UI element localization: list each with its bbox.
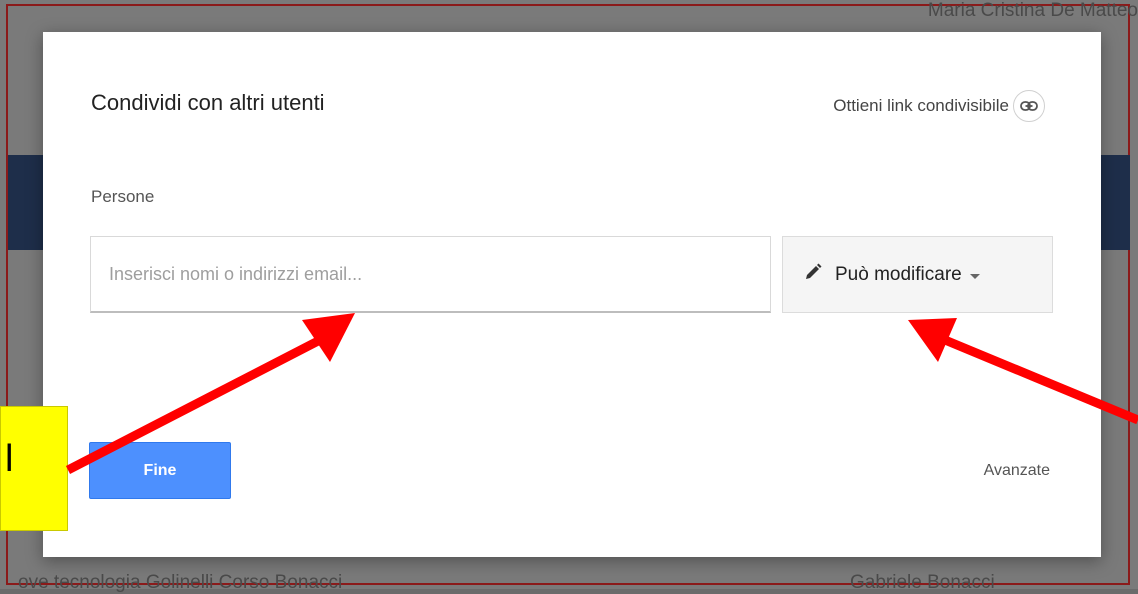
permission-dropdown[interactable]: Può modificare bbox=[782, 236, 1053, 313]
permission-label: Può modificare bbox=[835, 263, 962, 285]
annotation-callout: l bbox=[0, 406, 68, 531]
link-icon[interactable] bbox=[1013, 90, 1045, 122]
caret-down-icon bbox=[969, 273, 980, 279]
background-owner-name: Maria Cristina De Matteo bbox=[927, 0, 1138, 21]
background-file-title: ove tecnologia Golinelli Corso Bonacci bbox=[18, 572, 343, 593]
dialog-title: Condividi con altri utenti bbox=[91, 90, 325, 115]
background-owner-name-2: Gabriele Bonacci bbox=[850, 572, 995, 593]
pencil-icon bbox=[803, 262, 823, 287]
email-input[interactable] bbox=[90, 236, 771, 313]
share-link-label: Ottieni link condivisibile bbox=[833, 96, 1009, 115]
done-button[interactable]: Fine bbox=[89, 442, 231, 499]
advanced-link[interactable]: Avanzate bbox=[984, 462, 1050, 480]
get-shareable-link[interactable]: Ottieni link condivisibile bbox=[833, 90, 1045, 122]
people-label: Persone bbox=[91, 187, 155, 206]
share-dialog: Condividi con altri utenti Ottieni link … bbox=[43, 32, 1101, 557]
